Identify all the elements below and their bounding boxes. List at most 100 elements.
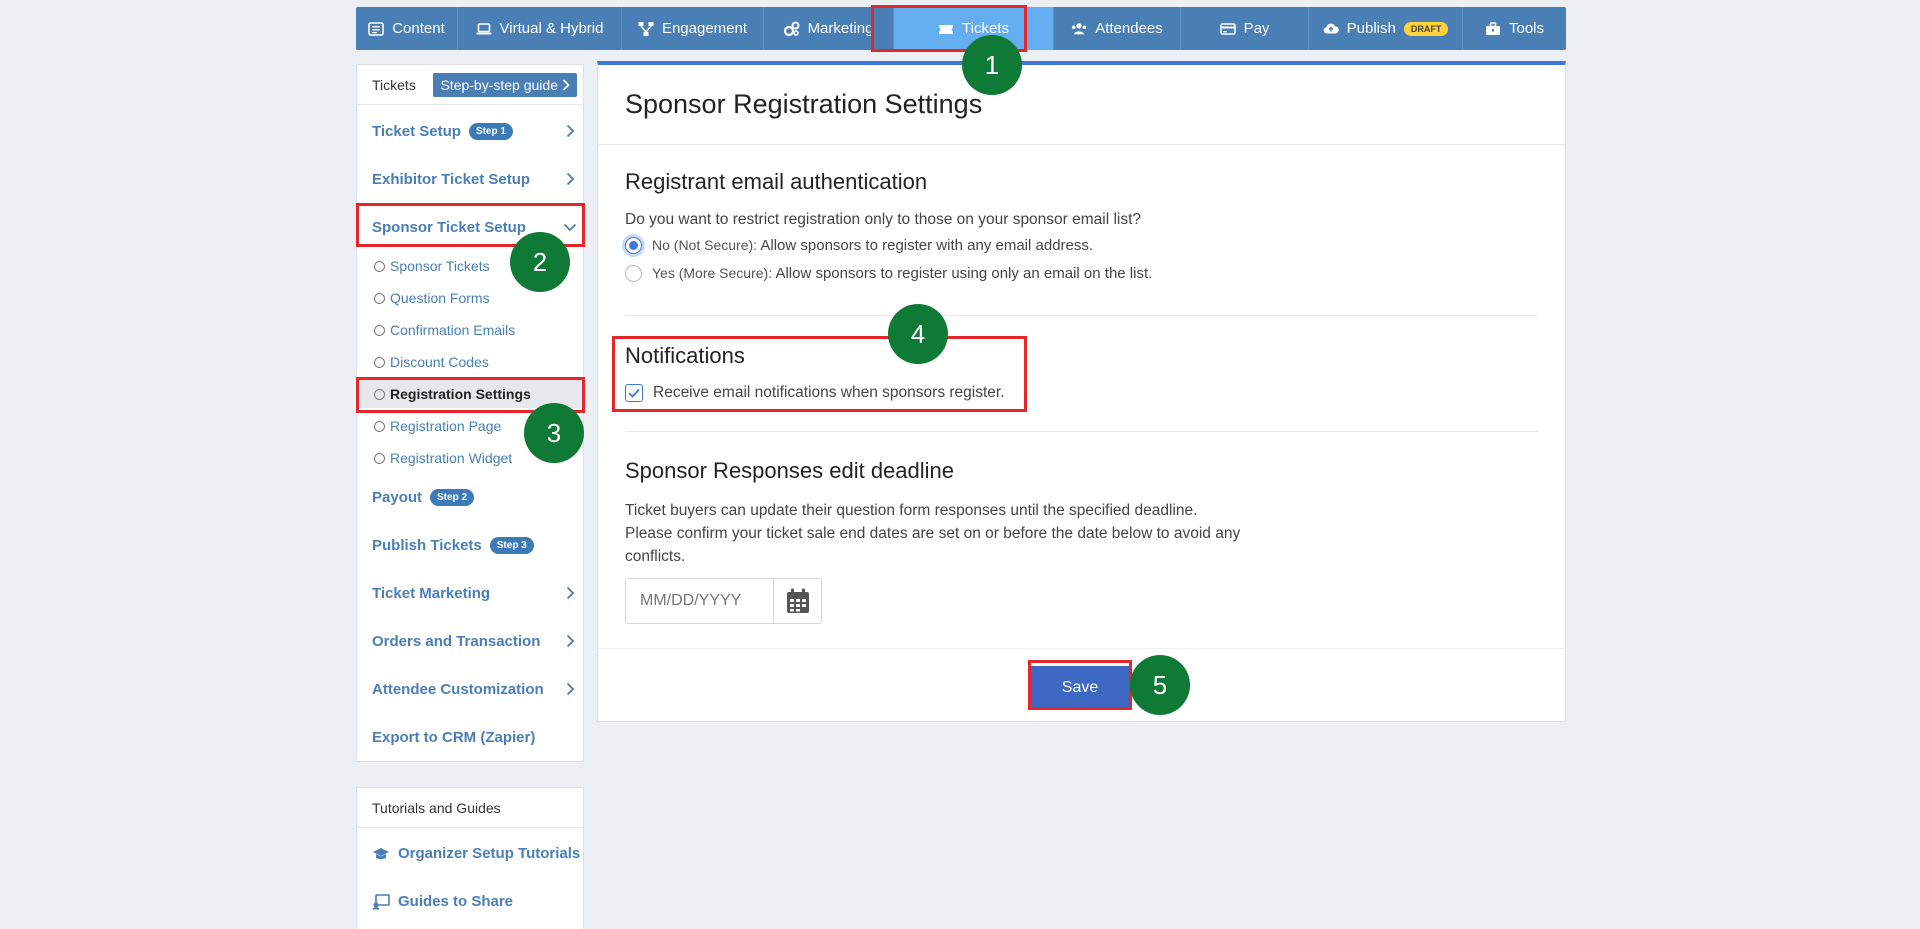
circle-icon (374, 260, 385, 272)
draft-badge: DRAFT (1403, 21, 1449, 36)
divider (598, 144, 1565, 145)
nav-tab-label: Attendees (1095, 20, 1163, 37)
calendar-icon (786, 588, 809, 613)
nav-tab-engagement[interactable]: Engagement (622, 7, 764, 50)
divider (625, 431, 1538, 432)
deadline-date-input[interactable] (626, 579, 774, 623)
nav-tab-label: Content (392, 20, 445, 37)
sidebar-item-ticket-setup[interactable]: Ticket Setup Step 1 (372, 119, 583, 143)
nav-tab-label: Publish (1346, 20, 1396, 37)
sidebar-title: Tickets (372, 76, 416, 93)
sidebar-item-publish-tickets[interactable]: Publish Tickets Step 3 (372, 533, 583, 557)
graduation-cap-icon (373, 847, 389, 859)
sub-item-confirmation-emails[interactable]: Confirmation Emails (374, 319, 515, 341)
cloud-upload-icon (1323, 23, 1339, 33)
nav-tab-label: Marketing (807, 20, 874, 37)
step-badge: Step 1 (468, 122, 513, 140)
card-icon (1219, 22, 1236, 35)
sidebar-item-label: Ticket Marketing (372, 584, 491, 602)
step-by-step-guide-button[interactable]: Step-by-step guide (433, 72, 577, 97)
highlight-box-save (1028, 660, 1132, 710)
sidebar-item-label: Orders and Transaction (372, 632, 541, 650)
radio-button-no[interactable] (625, 237, 642, 254)
guide-button-label: Step-by-step guide (440, 76, 558, 93)
step-badge: Step 3 (489, 536, 534, 554)
step-marker-3: 3 (524, 403, 584, 463)
step-marker-1: 1 (962, 35, 1022, 95)
nav-tab-label: Tools (1508, 20, 1545, 37)
radio-option-no[interactable]: No (Not Secure): Allow sponsors to regis… (625, 237, 1093, 254)
sidebar-item-export-to-crm[interactable]: Export to CRM (Zapier) (372, 725, 583, 749)
sidebar-item-ticket-marketing[interactable]: Ticket Marketing (372, 581, 583, 605)
sidebar-item-label: Ticket Setup (372, 122, 461, 140)
cogs-icon (783, 21, 800, 36)
organizer-setup-tutorials-link[interactable]: Organizer Setup Tutorials (372, 845, 580, 862)
radio-yes-label: Yes (More Secure): (652, 265, 773, 281)
step-badge: Step 2 (430, 488, 475, 506)
nav-tab-attendees[interactable]: Attendees (1054, 7, 1181, 50)
chevron-right-icon (566, 586, 575, 600)
guides-to-share-link[interactable]: Guides to Share (372, 893, 513, 910)
circle-icon (374, 420, 385, 432)
list-icon (368, 21, 384, 36)
sub-item-label: Discount Codes (390, 354, 489, 370)
radio-no-label: No (Not Secure): (652, 237, 758, 253)
circle-icon (374, 452, 385, 464)
sidebar-header: Tickets Step-by-step guide (357, 65, 583, 105)
sidebar-item-attendee-customization[interactable]: Attendee Customization (372, 677, 583, 701)
circle-icon (374, 324, 385, 336)
email-auth-heading: Registrant email authentication (625, 169, 928, 194)
sidebar-item-exhibitor-ticket-setup[interactable]: Exhibitor Ticket Setup (372, 167, 583, 191)
nav-tab-publish[interactable]: Publish DRAFT (1309, 7, 1463, 50)
sub-item-sponsor-tickets[interactable]: Sponsor Tickets (374, 255, 490, 277)
radio-option-yes[interactable]: Yes (More Secure): Allow sponsors to reg… (625, 265, 1152, 282)
deadline-line: conflicts. (625, 548, 686, 565)
users-icon (1072, 22, 1087, 34)
radio-no-desc: Allow sponsors to register with any emai… (760, 237, 1094, 254)
deadline-line: Please confirm your ticket sale end date… (625, 525, 1241, 542)
divider (625, 315, 1538, 316)
nav-tab-tools[interactable]: Tools (1463, 7, 1566, 50)
sidebar-item-orders-and-transaction[interactable]: Orders and Transaction (372, 629, 583, 653)
circle-icon (374, 356, 385, 368)
sub-item-label: Sponsor Tickets (390, 258, 490, 274)
toolbox-icon (1485, 21, 1500, 35)
sub-item-label: Question Forms (390, 290, 490, 306)
deadline-line: Ticket buyers can update their question … (625, 502, 1198, 519)
step-marker-4: 4 (888, 304, 948, 364)
circle-icon (374, 292, 385, 304)
sidebar-item-label: Attendee Customization (372, 680, 544, 698)
footer-divider (598, 648, 1565, 649)
nav-tab-pay[interactable]: Pay (1181, 7, 1309, 50)
deadline-date-picker (625, 578, 822, 624)
chevron-right-icon (566, 634, 575, 648)
sub-item-discount-codes[interactable]: Discount Codes (374, 351, 489, 373)
chevron-right-icon (562, 78, 570, 91)
nav-tab-content[interactable]: Content (356, 7, 458, 50)
sub-item-question-forms[interactable]: Question Forms (374, 287, 490, 309)
share-screen-icon (372, 893, 390, 909)
email-auth-question: Do you want to restrict registration onl… (625, 211, 1142, 228)
step-marker-5: 5 (1130, 655, 1190, 715)
radio-button-yes[interactable] (625, 265, 642, 282)
sub-item-registration-page[interactable]: Registration Page (374, 415, 501, 437)
chevron-right-icon (566, 124, 575, 138)
sidebar-item-payout[interactable]: Payout Step 2 (372, 485, 583, 509)
chevron-right-icon (566, 682, 575, 696)
sidebar-item-label: Exhibitor Ticket Setup (372, 170, 531, 188)
calendar-button[interactable] (774, 579, 821, 623)
sub-item-label: Registration Widget (390, 450, 513, 466)
nav-tab-label: Engagement (661, 20, 748, 37)
sub-item-label: Registration Page (390, 418, 502, 434)
laptop-icon (476, 22, 492, 34)
sub-item-registration-widget[interactable]: Registration Widget (374, 447, 512, 469)
highlight-box-notifications (612, 336, 1027, 412)
deadline-heading: Sponsor Responses edit deadline (625, 458, 955, 483)
sub-item-label: Confirmation Emails (390, 322, 516, 338)
step-marker-2: 2 (510, 232, 570, 292)
nav-tab-virtual-hybrid[interactable]: Virtual & Hybrid (458, 7, 622, 50)
tutorials-title: Tutorials and Guides (357, 788, 583, 828)
nav-tab-label: Virtual & Hybrid (499, 20, 604, 37)
deadline-description: Ticket buyers can update their question … (625, 499, 1240, 568)
sidebar-item-label: Payout (372, 488, 423, 506)
